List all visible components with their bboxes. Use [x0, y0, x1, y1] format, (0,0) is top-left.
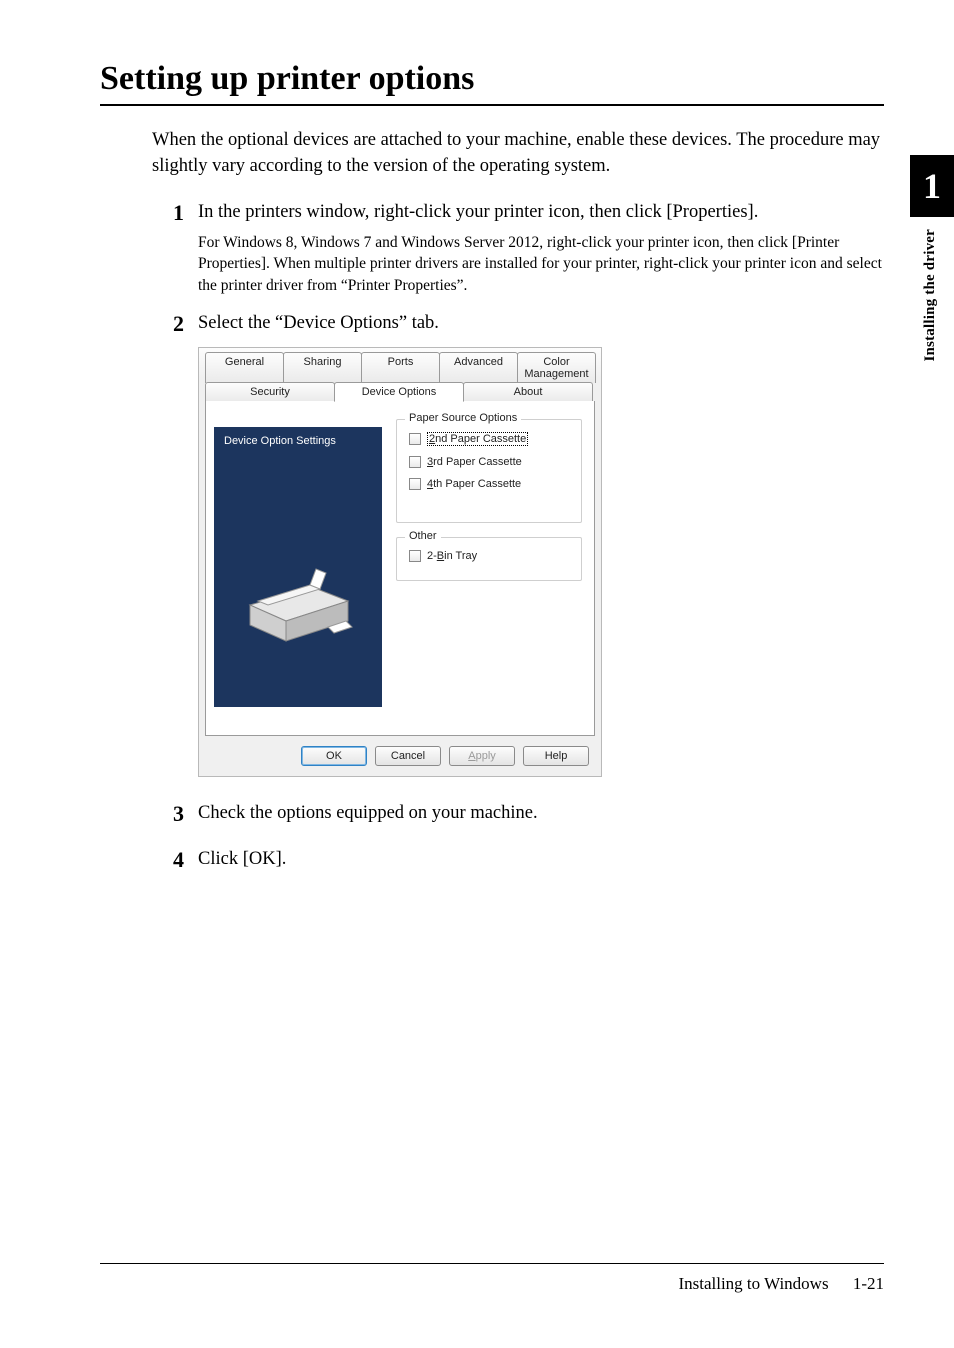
footer-page-number: 1-21 — [853, 1274, 884, 1293]
left-panel-title: Device Option Settings — [214, 427, 382, 455]
tab-about[interactable]: About — [463, 382, 593, 402]
tab-ports[interactable]: Ports — [361, 352, 440, 383]
footer-section: Installing to Windows — [678, 1274, 828, 1293]
tab-security[interactable]: Security — [205, 382, 335, 402]
apply-button[interactable]: Apply — [449, 746, 515, 766]
checkbox-3rd-paper-cassette[interactable]: 3rd Paper Cassette — [409, 456, 581, 468]
checkbox-2nd-paper-cassette[interactable]: 2nd Paper Cassette — [409, 432, 581, 446]
tab-device-options[interactable]: Device Options — [334, 382, 464, 402]
tab-color-management[interactable]: Color Management — [517, 352, 596, 383]
tab-general[interactable]: General — [205, 352, 284, 383]
tab-advanced[interactable]: Advanced — [439, 352, 518, 383]
step-text: Check the options equipped on your machi… — [198, 801, 884, 827]
step-number: 2 — [158, 311, 184, 777]
paper-source-options-group: Paper Source Options 2nd Paper Cassette … — [396, 419, 582, 523]
page-title: Setting up printer options — [100, 60, 884, 106]
checkbox-icon — [409, 456, 421, 468]
checkbox-icon — [409, 433, 421, 445]
checkbox-4th-paper-cassette[interactable]: 4th Paper Cassette — [409, 478, 581, 490]
help-button[interactable]: Help — [523, 746, 589, 766]
step-number: 1 — [158, 200, 184, 297]
step-text: Select the “Device Options” tab. — [198, 311, 884, 337]
other-options-group: Other 2-Bin Tray — [396, 537, 582, 581]
device-option-settings-panel: Device Option Settings — [214, 427, 382, 707]
intro-paragraph: When the optional devices are attached t… — [152, 128, 884, 180]
cancel-button[interactable]: Cancel — [375, 746, 441, 766]
group-title: Paper Source Options — [405, 412, 521, 424]
dialog-screenshot: General Sharing Ports Advanced Color Man… — [198, 347, 602, 777]
printer-icon — [240, 557, 360, 647]
step-number: 4 — [158, 847, 184, 879]
group-title: Other — [405, 530, 441, 542]
checkbox-icon — [409, 478, 421, 490]
step-number: 3 — [158, 801, 184, 833]
step-text: Click [OK]. — [198, 847, 884, 873]
step-subtext: For Windows 8, Windows 7 and Windows Ser… — [198, 232, 884, 297]
checkbox-2-bin-tray[interactable]: 2-Bin Tray — [409, 550, 581, 562]
step-text: In the printers window, right-click your… — [198, 200, 884, 226]
checkbox-icon — [409, 550, 421, 562]
tab-sharing[interactable]: Sharing — [283, 352, 362, 383]
ok-button[interactable]: OK — [301, 746, 367, 766]
